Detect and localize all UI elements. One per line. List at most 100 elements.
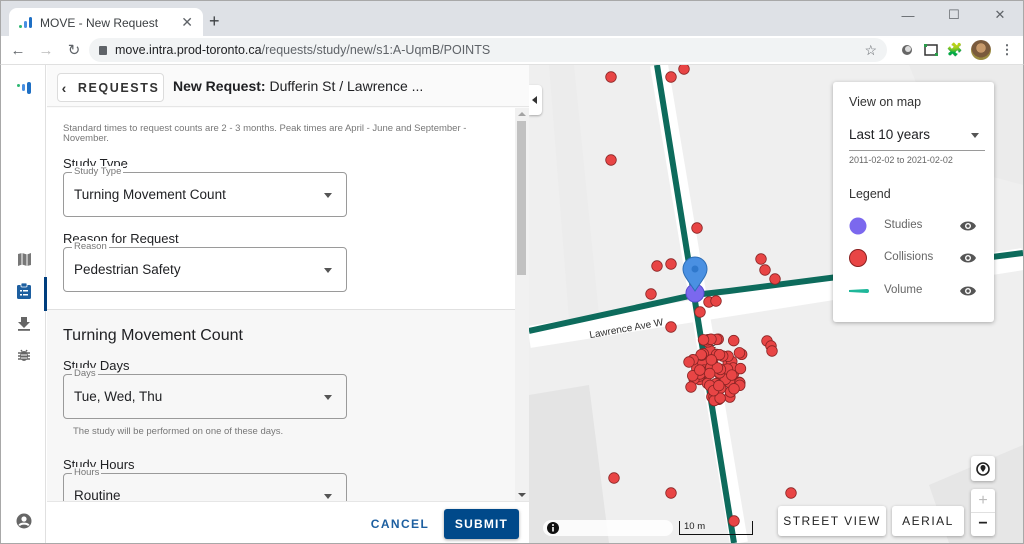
collision-marker[interactable] [694, 364, 706, 376]
collision-marker[interactable] [665, 71, 677, 83]
zoom-in-button[interactable]: + [971, 490, 995, 513]
legend-item-volume: Volume [849, 281, 979, 301]
collision-marker[interactable] [766, 345, 778, 357]
studies-swatch-icon [849, 217, 867, 235]
collision-marker[interactable] [769, 273, 781, 285]
dropdown-caret-icon [324, 193, 332, 198]
reason-select[interactable]: Reason Pedestrian Safety [63, 241, 347, 292]
info-icon[interactable] [546, 521, 560, 535]
aerial-button[interactable]: AERIAL [892, 506, 964, 536]
collision-marker[interactable] [728, 383, 740, 395]
bug-icon[interactable] [15, 346, 33, 364]
reload-icon[interactable]: ↻ [63, 41, 85, 59]
cancel-button[interactable]: CANCEL [365, 511, 435, 537]
zoom-out-button[interactable]: − [978, 513, 987, 536]
browser-menu-icon[interactable]: ⋮ [997, 40, 1017, 60]
collision-marker[interactable] [703, 367, 716, 380]
map-view[interactable]: Lawrence Ave W Dufferin St View on map L… [529, 65, 1023, 543]
study-type-value: Turning Movement Count [74, 187, 226, 202]
download-icon[interactable] [15, 314, 33, 332]
street-view-button[interactable]: STREET VIEW [778, 506, 886, 536]
visibility-eye-icon[interactable] [959, 252, 977, 264]
collision-marker[interactable] [678, 65, 690, 75]
scrollbar-thumb[interactable] [517, 121, 526, 275]
scroll-up-icon[interactable] [518, 112, 526, 116]
study-days-select[interactable]: Days Tue, Wed, Thu [63, 368, 347, 419]
collision-marker[interactable] [691, 222, 703, 234]
close-window-icon[interactable]: ✕ [977, 1, 1023, 29]
move-favicon-icon [19, 17, 32, 28]
clipboard-list-icon[interactable] [15, 282, 33, 300]
attribution-bar [543, 520, 673, 536]
volume-swatch-icon [849, 289, 869, 293]
scroll-down-icon[interactable] [518, 493, 526, 497]
profile-avatar[interactable] [971, 40, 991, 60]
study-type-select[interactable]: Study Type Turning Movement Count [63, 166, 347, 217]
bookmark-star-icon[interactable]: ☆ [864, 42, 877, 59]
legend-item-label: Studies [884, 219, 923, 231]
extensions-puzzle-icon[interactable]: 🧩 [945, 40, 965, 60]
days-helper-text: The study will be performed on one of th… [73, 426, 284, 437]
tmc-section: Turning Movement Count Study Days Days T… [47, 309, 515, 501]
collapse-panel-button[interactable] [529, 85, 542, 115]
back-icon[interactable]: ← [7, 42, 29, 59]
back-to-requests-button[interactable]: ‹ REQUESTS [57, 73, 164, 102]
collision-marker[interactable] [683, 356, 695, 368]
collision-marker[interactable] [710, 295, 722, 307]
extension-circle-icon[interactable] [897, 40, 917, 60]
locate-button[interactable] [971, 456, 995, 481]
visibility-eye-icon[interactable] [959, 220, 977, 232]
close-tab-icon[interactable]: ✕ [181, 14, 193, 31]
section-title: Turning Movement Count [63, 327, 243, 344]
collision-marker[interactable] [665, 487, 677, 499]
move-logo[interactable] [17, 82, 31, 94]
timing-hint: Standard times to request counts are 2 -… [63, 123, 467, 144]
collision-marker[interactable] [694, 306, 706, 318]
url-path: /requests/study/new/s1:A-UqmB/POINTS [261, 43, 491, 57]
legend-card-title: View on map [849, 95, 922, 109]
collision-marker[interactable] [759, 264, 771, 276]
account-icon[interactable] [15, 512, 33, 530]
browser-tab[interactable]: MOVE - New Request ✕ [9, 8, 203, 37]
collision-marker[interactable] [755, 253, 767, 265]
collision-marker[interactable] [733, 347, 746, 359]
study-type-legend: Study Type [72, 166, 124, 178]
page-title: New Request: Dufferin St / Lawrence ... [173, 78, 423, 94]
collision-marker[interactable] [665, 258, 677, 270]
zoom-controls: + − [971, 489, 995, 536]
collision-marker[interactable] [713, 379, 725, 392]
collision-marker[interactable] [685, 381, 697, 393]
collision-marker[interactable] [665, 321, 677, 333]
collision-marker[interactable] [705, 354, 718, 366]
date-range-select[interactable]: Last 10 years [849, 126, 985, 151]
request-panel: ‹ REQUESTS New Request: Dufferin St / La… [47, 65, 529, 543]
map-icon[interactable] [15, 250, 33, 268]
reason-legend: Reason [72, 241, 109, 253]
new-tab-button[interactable]: + [209, 11, 220, 32]
move-app: ‹ REQUESTS New Request: Dufferin St / La… [0, 64, 1024, 544]
collision-marker[interactable] [728, 334, 740, 347]
collision-marker[interactable] [645, 288, 657, 300]
visibility-eye-icon[interactable] [959, 285, 977, 297]
study-hours-select[interactable]: Hours Routine [63, 467, 347, 501]
collision-marker[interactable] [734, 362, 747, 375]
minimize-icon[interactable]: — [885, 1, 931, 29]
chevron-left-icon: ‹ [61, 79, 68, 96]
address-bar[interactable]: move.intra.prod-toronto.ca/requests/stud… [89, 38, 887, 62]
maximize-icon[interactable]: ☐ [931, 1, 977, 29]
collision-marker[interactable] [605, 154, 617, 166]
hours-value: Routine [74, 488, 121, 501]
submit-button[interactable]: SUBMIT [444, 509, 519, 539]
collision-marker[interactable] [785, 487, 797, 499]
dropdown-caret-icon [324, 395, 332, 400]
collision-marker[interactable] [697, 334, 710, 346]
scale-bar: 10 m [679, 521, 753, 535]
screen-capture-icon[interactable] [921, 40, 941, 60]
legend-item-collisions: Collisions [849, 248, 979, 268]
forward-icon[interactable]: → [35, 42, 57, 59]
collision-marker[interactable] [608, 472, 620, 484]
form-scrollbar[interactable] [515, 108, 529, 501]
collision-marker[interactable] [651, 260, 663, 272]
collision-marker[interactable] [605, 71, 617, 83]
title-prefix: New Request: [173, 78, 266, 94]
